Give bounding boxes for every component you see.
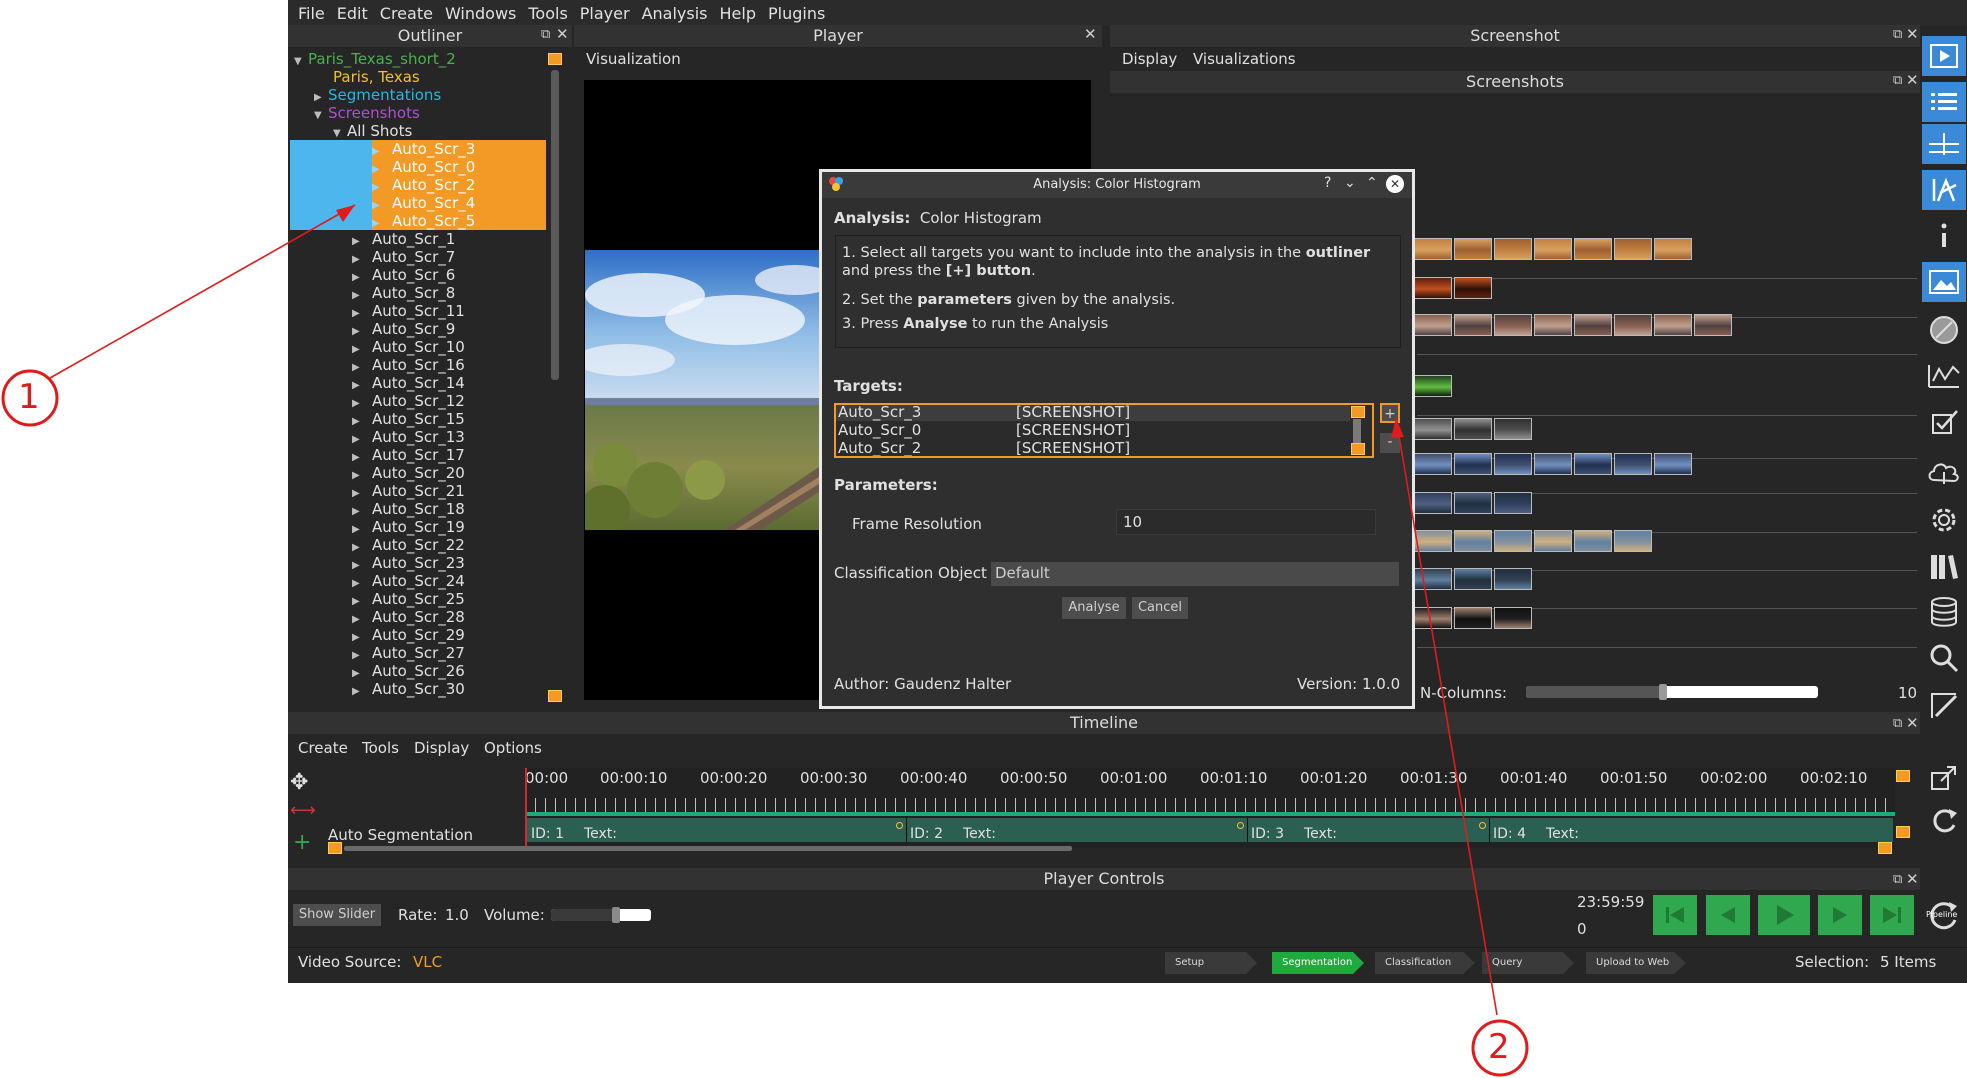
annotation-label-2: 2: [1488, 1027, 1510, 1067]
annotation-arrowhead-2: [1391, 418, 1404, 438]
annotation-arrow-1: [49, 204, 356, 379]
annotation-arrowhead-1: [336, 205, 355, 222]
annotation-arrow-2: [1395, 417, 1498, 1016]
annotation-label-1: 1: [18, 377, 40, 417]
annotation-overlay: [1, 204, 1529, 1077]
